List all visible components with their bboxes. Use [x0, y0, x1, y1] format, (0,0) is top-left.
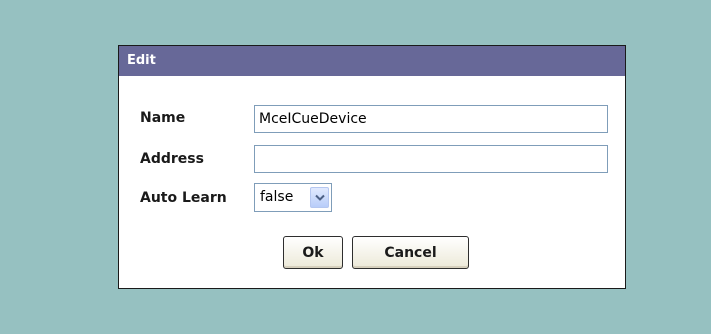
edit-dialog: Edit Name Address Auto Learn false Ok Ca… [118, 45, 626, 289]
auto-learn-value: false [260, 189, 294, 205]
name-label: Name [140, 110, 186, 126]
address-label: Address [140, 151, 204, 167]
chevron-down-icon [315, 194, 325, 201]
cancel-button[interactable]: Cancel [352, 236, 469, 269]
dropdown-button[interactable] [310, 187, 329, 208]
name-input[interactable] [254, 105, 608, 133]
auto-learn-select[interactable]: false [254, 183, 332, 212]
auto-learn-label: Auto Learn [140, 190, 227, 206]
address-input[interactable] [254, 145, 608, 173]
ok-button[interactable]: Ok [283, 236, 343, 269]
dialog-title: Edit [119, 46, 625, 76]
